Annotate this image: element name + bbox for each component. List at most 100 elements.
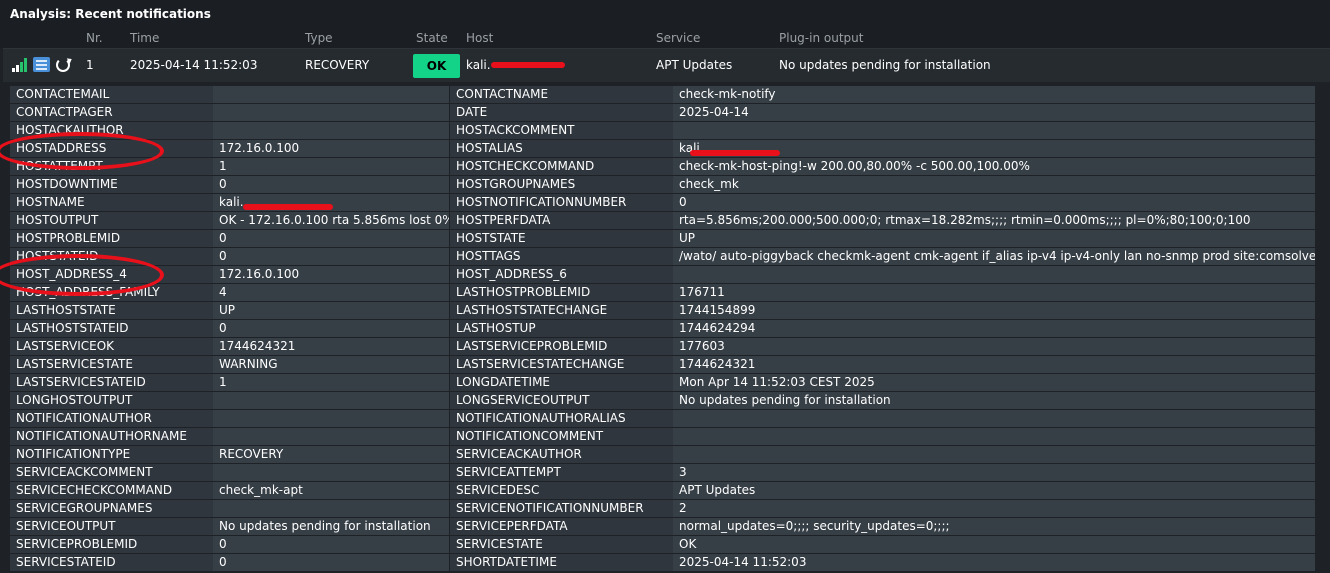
- context-key: HOSTCHECKCOMMAND: [450, 157, 673, 176]
- context-key: HOSTNAME: [10, 193, 213, 212]
- context-key: LASTHOSTSTATECHANGE: [450, 301, 673, 320]
- context-key: HOSTADDRESS: [10, 139, 213, 158]
- context-key: HOSTATTEMPT: [10, 157, 213, 176]
- context-key: LONGHOSTOUTPUT: [10, 391, 213, 410]
- context-row: SERVICEOUTPUT No updates pending for inst…: [10, 517, 1315, 536]
- context-row: SERVICEGROUPNAMES SERVICENOTIFICATIONNUMB…: [10, 499, 1315, 518]
- column-header-host[interactable]: Host: [466, 31, 493, 45]
- refresh-icon[interactable]: [56, 58, 70, 72]
- context-row: HOSTACKAUTHOR HOSTACKCOMMENT: [10, 121, 1315, 140]
- context-key: LASTSERVICESTATEID: [10, 373, 213, 392]
- context-value: APT Updates: [673, 481, 1315, 500]
- context-value: 1744624321: [673, 355, 1315, 374]
- context-row: SERVICECHECKCOMMAND check_mk-apt SERVICEDE…: [10, 481, 1315, 500]
- context-key: SERVICENOTIFICATIONNUMBER: [450, 499, 673, 518]
- notification-time: 2025-04-14 11:52:03: [130, 58, 258, 72]
- context-key: SERVICEGROUPNAMES: [10, 499, 213, 518]
- context-key: SERVICEOUTPUT: [10, 517, 213, 536]
- context-value: [213, 463, 449, 482]
- context-value: 0: [213, 553, 449, 572]
- context-value: 0: [213, 229, 449, 248]
- context-key: HOSTGROUPNAMES: [450, 175, 673, 194]
- context-value: 177603: [673, 337, 1315, 356]
- context-value: [673, 409, 1315, 428]
- context-key: SERVICESTATE: [450, 535, 673, 554]
- context-key: LONGDATETIME: [450, 373, 673, 392]
- column-header-nr[interactable]: Nr.: [86, 31, 103, 45]
- context-row: NOTIFICATIONTYPE RECOVERY SERVICEACKAUTHOR: [10, 445, 1315, 464]
- context-row: CONTACTEMAIL CONTACTNAME check-mk-notify: [10, 86, 1315, 104]
- page-title: Analysis: Recent notifications: [10, 7, 211, 21]
- column-header-service[interactable]: Service: [656, 31, 700, 45]
- notification-nr: 1: [86, 58, 94, 72]
- context-value: 2025-04-14: [673, 103, 1315, 122]
- context-value: 2: [673, 499, 1315, 518]
- context-value: 0: [673, 193, 1315, 212]
- signal-bars-icon[interactable]: [12, 58, 28, 72]
- context-row: SERVICEACKCOMMENT SERVICEATTEMPT 3: [10, 463, 1315, 482]
- context-value: UP: [213, 301, 449, 320]
- context-row: CONTACTPAGER DATE 2025-04-14: [10, 103, 1315, 122]
- context-row: LASTHOSTSTATE UP LASTHOSTSTATECHANGE 174415…: [10, 301, 1315, 320]
- context-value: OK: [673, 535, 1315, 554]
- context-row: NOTIFICATIONAUTHORNAME NOTIFICATIONCOMMEN…: [10, 427, 1315, 446]
- context-key: NOTIFICATIONAUTHOR: [10, 409, 213, 428]
- context-key: SERVICECHECKCOMMAND: [10, 481, 213, 500]
- column-header-time[interactable]: Time: [130, 31, 159, 45]
- context-key: CONTACTNAME: [450, 86, 673, 104]
- context-row: LASTHOSTSTATEID 0 LASTHOSTUP 1744624294: [10, 319, 1315, 338]
- context-key: LASTHOSTSTATEID: [10, 319, 213, 338]
- context-value: 0: [213, 175, 449, 194]
- context-key: HOSTACKCOMMENT: [450, 121, 673, 140]
- column-header-state[interactable]: State: [416, 31, 448, 45]
- view-title-bar: Analysis: Recent notifications: [0, 0, 1330, 29]
- context-value: rta=5.856ms;200.000;500.000;0; rtmax=18.…: [673, 211, 1315, 230]
- context-row: NOTIFICATIONAUTHOR NOTIFICATIONAUTHORALIA…: [10, 409, 1315, 428]
- context-value: 172.16.0.100: [213, 139, 449, 158]
- notification-row: 1 2025-04-14 11:52:03 RECOVERY OK kali. …: [3, 48, 1330, 82]
- context-key: LASTHOSTUP: [450, 319, 673, 338]
- column-header-type[interactable]: Type: [305, 31, 333, 45]
- context-value: [673, 427, 1315, 446]
- context-key: NOTIFICATIONCOMMENT: [450, 427, 673, 446]
- context-key: LASTHOSTSTATE: [10, 301, 213, 320]
- context-value: 2025-04-14 11:52:03: [673, 553, 1315, 572]
- context-row: HOST_ADDRESS_4 172.16.0.100 HOST_ADDRESS_6: [10, 265, 1315, 284]
- notification-service-link[interactable]: APT Updates: [656, 58, 732, 72]
- context-value: 0: [213, 535, 449, 554]
- context-value: [213, 427, 449, 446]
- context-key: HOSTSTATEID: [10, 247, 213, 266]
- column-header-plugin-output[interactable]: Plug-in output: [779, 31, 863, 45]
- context-key: SERVICEACKCOMMENT: [10, 463, 213, 482]
- context-key: LASTSERVICESTATECHANGE: [450, 355, 673, 374]
- context-key: HOSTSTATE: [450, 229, 673, 248]
- context-key: HOSTDOWNTIME: [10, 175, 213, 194]
- context-value: [673, 121, 1315, 140]
- context-value: [213, 86, 449, 104]
- context-value: [213, 409, 449, 428]
- notification-doc-icon[interactable]: [33, 57, 50, 72]
- redaction-mark: [690, 150, 780, 156]
- context-value: check-mk-notify: [673, 86, 1315, 104]
- context-value: 4: [213, 283, 449, 302]
- context-value: 0: [213, 319, 449, 338]
- context-row: HOSTATTEMPT 1 HOSTCHECKCOMMAND check-mk-hos…: [10, 157, 1315, 176]
- context-key: HOSTPERFDATA: [450, 211, 673, 230]
- context-row: LASTSERVICESTATEID 1 LONGDATETIME Mon Apr 1…: [10, 373, 1315, 392]
- row-action-icons: [12, 57, 72, 73]
- context-row: HOSTDOWNTIME 0 HOSTGROUPNAMES check_mk: [10, 175, 1315, 194]
- context-row: LASTSERVICESTATE WARNING LASTSERVICESTATEC…: [10, 355, 1315, 374]
- notification-host-link[interactable]: kali.: [466, 58, 491, 72]
- context-value: 176711: [673, 283, 1315, 302]
- notification-table-header: Nr. Time Type State Host Service Plug-in…: [0, 28, 1330, 48]
- context-key: HOSTACKAUTHOR: [10, 121, 213, 140]
- context-value: check_mk: [673, 175, 1315, 194]
- context-value: 1744624294: [673, 319, 1315, 338]
- context-value: No updates pending for installation: [673, 391, 1315, 410]
- context-value: check-mk-host-ping!-w 200.00,80.00% -c 5…: [673, 157, 1315, 176]
- context-key: LASTSERVICEPROBLEMID: [450, 337, 673, 356]
- context-value: [673, 265, 1315, 284]
- context-key: HOSTPROBLEMID: [10, 229, 213, 248]
- context-key: CONTACTPAGER: [10, 103, 213, 122]
- context-row: LASTSERVICEOK 1744624321 LASTSERVICEPROBLE…: [10, 337, 1315, 356]
